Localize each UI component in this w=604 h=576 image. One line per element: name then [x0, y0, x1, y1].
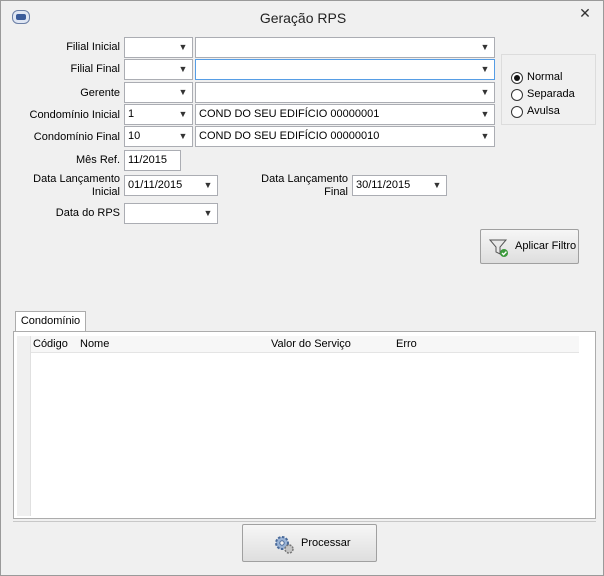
- condominio-inicial-name-combo[interactable]: COND DO SEU EDIFÍCIO 00000001 ▼: [195, 104, 495, 125]
- filial-final-code-combo[interactable]: ▼: [124, 59, 193, 80]
- column-nome[interactable]: Nome: [80, 338, 109, 350]
- apply-filter-label: Aplicar Filtro: [515, 240, 577, 252]
- condominio-inicial-code-combo[interactable]: 1 ▼: [124, 104, 193, 125]
- rps-type-group: Normal Separada Avulsa: [501, 54, 596, 125]
- grid-header: Código Nome Valor do Serviço Erro: [17, 336, 579, 353]
- divider: [13, 521, 596, 522]
- date-value: 30/11/2015: [356, 179, 411, 191]
- radio-selected-icon: [511, 71, 523, 84]
- chevron-down-icon[interactable]: ▼: [177, 83, 189, 102]
- condominio-final-label: Condomínio Final: [33, 131, 120, 143]
- gear-icon: [275, 536, 294, 554]
- column-codigo[interactable]: Código: [33, 338, 68, 350]
- process-button[interactable]: Processar: [242, 524, 377, 562]
- apply-filter-button[interactable]: Aplicar Filtro: [480, 229, 579, 264]
- title-bar: Geração RPS ✕: [1, 1, 603, 33]
- data-lanc-inicial-picker[interactable]: 01/11/2015 ▼: [124, 175, 218, 196]
- chevron-down-icon[interactable]: ▼: [202, 204, 214, 223]
- grid-body[interactable]: [17, 353, 579, 516]
- radio-separada-label: Separada: [527, 88, 575, 100]
- gerente-label: Gerente: [80, 87, 120, 99]
- chevron-down-icon[interactable]: ▼: [177, 60, 189, 79]
- condominio-inicial-label: Condomínio Inicial: [29, 109, 121, 121]
- filial-final-label: Filial Final: [70, 63, 120, 75]
- data-rps-picker[interactable]: ▼: [124, 203, 218, 224]
- window-title: Geração RPS: [259, 10, 347, 26]
- gerente-code-combo[interactable]: ▼: [124, 82, 193, 103]
- gerente-name-combo[interactable]: ▼: [195, 82, 495, 103]
- chevron-down-icon[interactable]: ▼: [431, 176, 443, 195]
- data-lanc-final-label-line1: Data Lançamento: [261, 173, 348, 185]
- data-lanc-final-label: Data Lançamento Final: [247, 173, 348, 199]
- column-erro[interactable]: Erro: [396, 338, 417, 350]
- chevron-down-icon[interactable]: ▼: [479, 105, 491, 124]
- combo-value: 10: [128, 130, 141, 142]
- data-lanc-final-label-line2: Final: [324, 186, 348, 198]
- combo-value: 1: [128, 108, 135, 120]
- chevron-down-icon[interactable]: ▼: [177, 127, 189, 146]
- combo-value: COND DO SEU EDIFÍCIO 00000010: [199, 130, 380, 142]
- data-lanc-inicial-label-line2: Inicial: [91, 186, 120, 198]
- radio-unselected-icon: [511, 88, 523, 101]
- mes-ref-label: Mês Ref.: [75, 154, 120, 166]
- filial-inicial-code-combo[interactable]: ▼: [124, 37, 193, 58]
- chevron-down-icon[interactable]: ▼: [479, 127, 491, 146]
- close-button[interactable]: ✕: [570, 5, 600, 23]
- column-valor-servico[interactable]: Valor do Serviço: [271, 338, 351, 350]
- data-rps-label: Data do RPS: [55, 207, 120, 219]
- condominio-final-name-combo[interactable]: COND DO SEU EDIFÍCIO 00000010 ▼: [195, 126, 495, 147]
- condominio-final-code-combo[interactable]: 10 ▼: [124, 126, 193, 147]
- combo-value: COND DO SEU EDIFÍCIO 00000001: [199, 108, 380, 120]
- data-lanc-inicial-label: Data Lançamento Inicial: [21, 173, 120, 199]
- filial-final-name-combo[interactable]: ▼: [195, 59, 495, 80]
- chevron-down-icon[interactable]: ▼: [479, 83, 491, 102]
- tab-condominio[interactable]: Condomínio: [15, 311, 86, 332]
- radio-normal[interactable]: Normal: [511, 71, 562, 85]
- rps-generation-window: Geração RPS ✕ Filial Inicial ▼ ▼ Filial …: [0, 0, 604, 576]
- row-indicator-column: [17, 336, 31, 516]
- radio-separada[interactable]: Separada: [511, 88, 575, 102]
- close-icon: ✕: [579, 5, 591, 21]
- data-lanc-final-picker[interactable]: 30/11/2015 ▼: [352, 175, 447, 196]
- filial-inicial-label: Filial Inicial: [66, 41, 120, 53]
- chevron-down-icon[interactable]: ▼: [479, 38, 491, 57]
- data-lanc-inicial-label-line1: Data Lançamento: [33, 173, 120, 185]
- filial-inicial-name-combo[interactable]: ▼: [195, 37, 495, 58]
- radio-avulsa[interactable]: Avulsa: [511, 105, 560, 119]
- filter-icon: [489, 239, 508, 257]
- mes-ref-input[interactable]: 11/2015: [124, 150, 181, 171]
- chevron-down-icon[interactable]: ▼: [202, 176, 214, 195]
- chevron-down-icon[interactable]: ▼: [177, 105, 189, 124]
- radio-unselected-icon: [511, 105, 523, 118]
- process-label: Processar: [301, 537, 351, 549]
- chevron-down-icon[interactable]: ▼: [177, 38, 189, 57]
- radio-normal-label: Normal: [527, 71, 563, 83]
- radio-avulsa-label: Avulsa: [527, 105, 560, 117]
- chevron-down-icon[interactable]: ▼: [479, 60, 491, 79]
- date-value: 01/11/2015: [128, 179, 183, 191]
